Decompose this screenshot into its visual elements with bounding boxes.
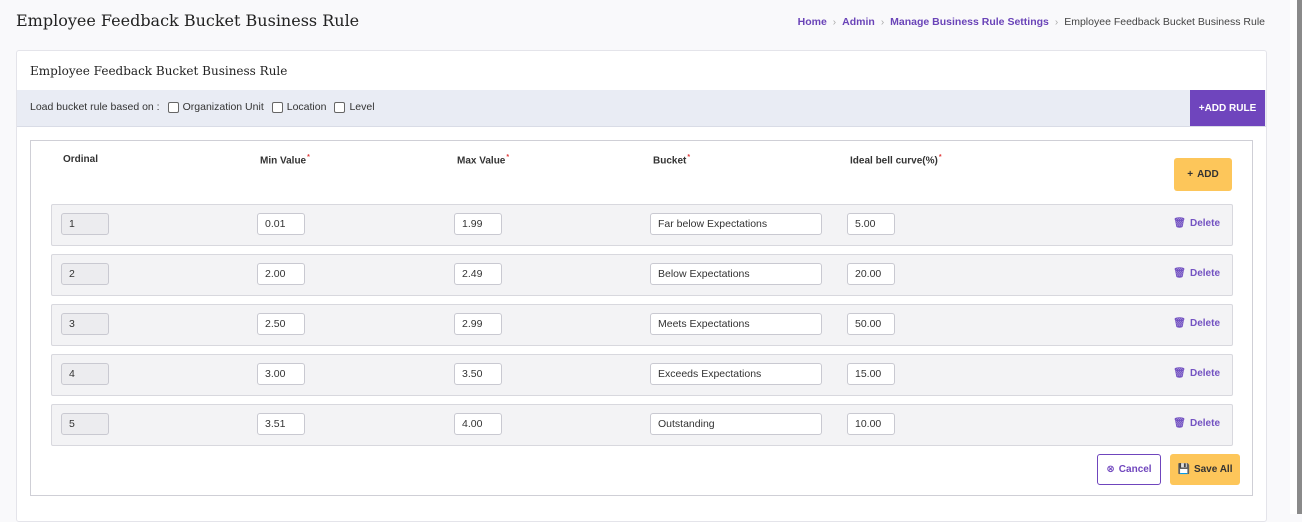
- organization-unit-label: Organization Unit: [182, 101, 264, 113]
- required-mark: *: [687, 154, 691, 161]
- bucket-input[interactable]: Below Expectations: [650, 263, 822, 285]
- max-value-input[interactable]: 1.99: [454, 213, 502, 235]
- min-value-input[interactable]: 3.00: [257, 363, 305, 385]
- filter-label: Load bucket rule based on :: [30, 101, 160, 113]
- chevron-right-icon: ›: [832, 16, 837, 28]
- min-value-input[interactable]: 2.00: [257, 263, 305, 285]
- max-value-input[interactable]: 4.00: [454, 413, 502, 435]
- delete-button[interactable]: 🗑 Delete: [1173, 418, 1220, 429]
- breadcrumb-admin[interactable]: Admin: [842, 16, 875, 28]
- page-header: Employee Feedback Bucket Business Rule H…: [0, 0, 1290, 46]
- delete-label: Delete: [1189, 418, 1220, 429]
- bell-curve-input[interactable]: 15.00: [847, 363, 895, 385]
- add-row-button[interactable]: + ADD: [1174, 158, 1232, 191]
- bell-curve-input[interactable]: 10.00: [847, 413, 895, 435]
- delete-button[interactable]: 🗑 Delete: [1173, 318, 1220, 329]
- max-value-input[interactable]: 2.99: [454, 313, 502, 335]
- table-row: 3 2.50 2.99 Meets Expectations 50.00 🗑 D…: [51, 304, 1233, 346]
- cancel-icon: ⊗: [1106, 464, 1115, 475]
- save-icon: 💾: [1177, 464, 1190, 475]
- required-mark: *: [506, 154, 510, 161]
- trash-icon: 🗑: [1173, 318, 1186, 329]
- table-row: 1 0.01 1.99 Far below Expectations 5.00 …: [51, 204, 1233, 246]
- header-bucket: Bucket*: [653, 154, 691, 167]
- page-title: Employee Feedback Bucket Business Rule: [16, 11, 360, 30]
- max-value-input[interactable]: 3.50: [454, 363, 502, 385]
- save-label: Save All: [1193, 464, 1233, 475]
- add-label: ADD: [1197, 169, 1219, 180]
- save-all-button[interactable]: 💾 Save All: [1170, 454, 1240, 485]
- organization-unit-checkbox[interactable]: [167, 101, 179, 113]
- delete-label: Delete: [1189, 318, 1220, 329]
- trash-icon: 🗑: [1173, 418, 1186, 429]
- ordinal-field: 4: [61, 363, 109, 385]
- delete-button[interactable]: 🗑 Delete: [1173, 368, 1220, 379]
- table-row: 4 3.00 3.50 Exceeds Expectations 15.00 🗑…: [51, 354, 1233, 396]
- trash-icon: 🗑: [1173, 368, 1186, 379]
- scrollbar[interactable]: [1297, 0, 1302, 514]
- breadcrumb-settings[interactable]: Manage Business Rule Settings: [890, 16, 1049, 28]
- bell-curve-input[interactable]: 50.00: [847, 313, 895, 335]
- ordinal-field: 3: [61, 313, 109, 335]
- max-value-input[interactable]: 2.49: [454, 263, 502, 285]
- delete-label: Delete: [1189, 368, 1220, 379]
- table-row: 5 3.51 4.00 Outstanding 10.00 🗑 Delete: [51, 404, 1233, 446]
- plus-icon: +: [1187, 169, 1194, 180]
- header-max-value: Max Value*: [457, 154, 510, 167]
- header-bell-curve: Ideal bell curve(%)*: [850, 154, 942, 167]
- delete-button[interactable]: 🗑 Delete: [1173, 268, 1220, 279]
- breadcrumb-home[interactable]: Home: [798, 16, 827, 28]
- delete-button[interactable]: 🗑 Delete: [1173, 218, 1220, 229]
- ordinal-field: 1: [61, 213, 109, 235]
- scrollbar-gutter: [1290, 0, 1297, 514]
- bell-curve-input[interactable]: 5.00: [847, 213, 895, 235]
- header-ordinal: Ordinal: [63, 154, 99, 165]
- chevron-right-icon: ›: [880, 16, 885, 28]
- level-checkbox[interactable]: [334, 101, 346, 113]
- bucket-input[interactable]: Far below Expectations: [650, 213, 822, 235]
- cancel-button[interactable]: ⊗ Cancel: [1097, 454, 1161, 485]
- cancel-label: Cancel: [1118, 464, 1152, 475]
- bucket-input[interactable]: Meets Expectations: [650, 313, 822, 335]
- breadcrumb-current: Employee Feedback Bucket Business Rule: [1064, 16, 1265, 28]
- delete-label: Delete: [1189, 268, 1220, 279]
- table-row: 2 2.00 2.49 Below Expectations 20.00 🗑 D…: [51, 254, 1233, 296]
- location-label: Location: [286, 101, 327, 113]
- bucket-input[interactable]: Exceeds Expectations: [650, 363, 822, 385]
- location-checkbox[interactable]: [271, 101, 283, 113]
- required-mark: *: [938, 154, 942, 161]
- card-title: Employee Feedback Bucket Business Rule: [30, 64, 288, 78]
- ordinal-field: 5: [61, 413, 109, 435]
- header-min-value: Min Value*: [260, 154, 310, 167]
- ordinal-field: 2: [61, 263, 109, 285]
- chevron-right-icon: ›: [1054, 16, 1059, 28]
- trash-icon: 🗑: [1173, 218, 1186, 229]
- trash-icon: 🗑: [1173, 268, 1186, 279]
- bell-curve-input[interactable]: 20.00: [847, 263, 895, 285]
- breadcrumb: Home › Admin › Manage Business Rule Sett…: [798, 16, 1265, 28]
- filter-group: Load bucket rule based on : Organization…: [30, 101, 375, 113]
- delete-label: Delete: [1189, 218, 1220, 229]
- required-mark: *: [307, 154, 310, 161]
- bucket-input[interactable]: Outstanding: [650, 413, 822, 435]
- rules-box: Ordinal Min Value* Max Value* Bucket* Id…: [30, 140, 1253, 496]
- level-label: Level: [349, 101, 375, 113]
- min-value-input[interactable]: 3.51: [257, 413, 305, 435]
- min-value-input[interactable]: 2.50: [257, 313, 305, 335]
- filter-bar: Load bucket rule based on : Organization…: [17, 90, 1266, 127]
- rule-card: Employee Feedback Bucket Business Rule L…: [16, 50, 1267, 522]
- add-rule-button[interactable]: +ADD RULE: [1190, 90, 1265, 126]
- min-value-input[interactable]: 0.01: [257, 213, 305, 235]
